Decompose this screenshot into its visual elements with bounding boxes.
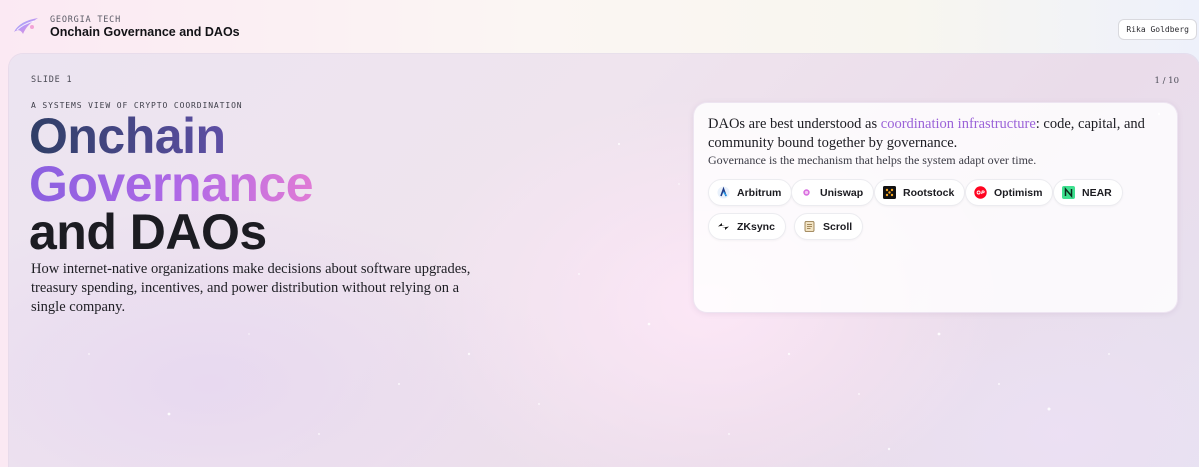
- chip-arbitrum[interactable]: Arbitrum: [708, 179, 793, 206]
- near-icon: [1062, 186, 1075, 199]
- title-line-3: and DAOs: [29, 204, 267, 260]
- optimism-icon: [974, 186, 987, 199]
- chip-scroll[interactable]: Scroll: [794, 213, 864, 240]
- scroll-icon: [804, 221, 815, 232]
- chip-label: Rootstock: [903, 186, 955, 199]
- brand-subtitle: GEORGIA TECH: [50, 15, 122, 25]
- uniswap-icon: [803, 189, 810, 196]
- title-line-1: Onchain: [29, 111, 313, 161]
- chip-zksync[interactable]: ZKsync: [708, 213, 786, 240]
- card-lead-before: DAOs are best understood as: [708, 116, 881, 132]
- logo-icon[interactable]: [12, 14, 40, 38]
- user-chip[interactable]: Rika Goldberg: [1118, 19, 1197, 40]
- zksync-icon: [718, 223, 729, 230]
- card-subtext: Governance is the mechanism that helps t…: [708, 153, 1037, 167]
- chip-rootstock[interactable]: Rootstock: [874, 179, 966, 206]
- chip-label: ZKsync: [737, 220, 775, 233]
- arbitrum-icon: [717, 186, 730, 199]
- chip-near[interactable]: NEAR: [1053, 179, 1123, 206]
- page-title: Onchain Governance and DAOs: [29, 111, 314, 260]
- title-line-2: Governance: [29, 156, 314, 212]
- card-lead-highlight: coordination infrastructure: [880, 116, 1036, 132]
- page-counter: 1 / 10: [1154, 76, 1180, 86]
- chip-label: NEAR: [1082, 186, 1112, 199]
- chip-label: Uniswap: [820, 186, 864, 199]
- chip-label: Arbitrum: [737, 186, 782, 199]
- chip-label: Scroll: [823, 220, 853, 233]
- chip-uniswap[interactable]: Uniswap: [791, 179, 875, 206]
- chip-label: Optimism: [994, 186, 1043, 199]
- slide-label: SLIDE 1: [31, 75, 73, 85]
- rootstock-icon: [883, 186, 896, 199]
- lede-paragraph: How internet-native organizations make d…: [31, 261, 471, 315]
- brand-title: Onchain Governance and DAOs: [50, 25, 240, 39]
- top-bar: GEORGIA TECH Onchain Governance and DAOs…: [0, 0, 1199, 54]
- card-lead-text: DAOs are best understood as coordination…: [708, 115, 1158, 153]
- info-card: DAOs are best understood as coordination…: [693, 102, 1178, 313]
- slide-panel: SLIDE 1 1 / 10 A SYSTEMS VIEW OF CRYPTO …: [9, 54, 1199, 467]
- chip-optimism[interactable]: Optimism: [965, 179, 1054, 206]
